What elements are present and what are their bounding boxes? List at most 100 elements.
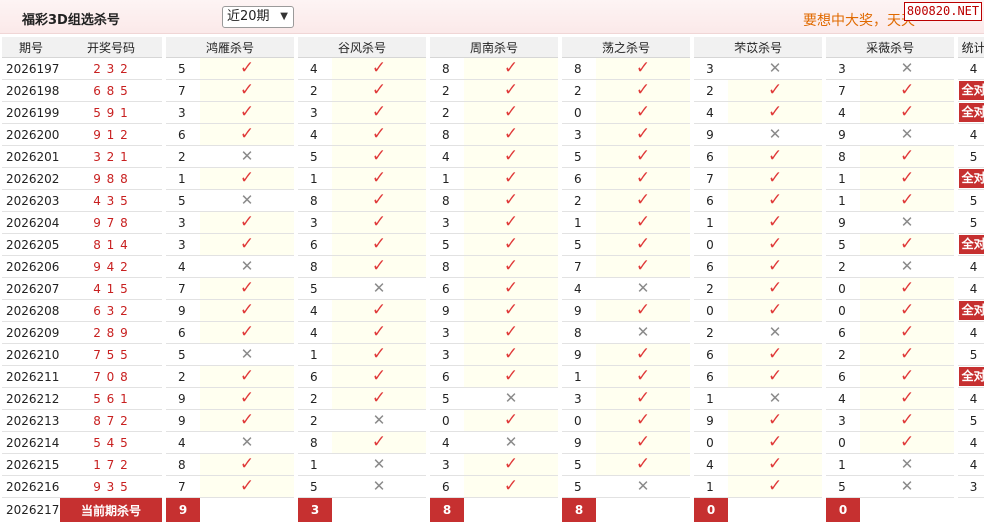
draw-number: 7 5 5 bbox=[60, 344, 162, 366]
result-cell: ✓ bbox=[728, 432, 823, 454]
result-cell: ✓ bbox=[464, 344, 559, 366]
kill-number: 0 bbox=[430, 410, 465, 432]
check-icon: ✓ bbox=[503, 410, 519, 430]
result-cell: ✓ bbox=[728, 476, 823, 498]
issue-number: 2026200 bbox=[2, 124, 60, 146]
check-icon: ✓ bbox=[371, 124, 387, 144]
result-cell: ✕ bbox=[332, 278, 427, 300]
table-row: 2026203 4 3 5 5 ✕ 8 ✓ 8 ✓ 2 ✓ 6 ✓ 1 ✓ 5 bbox=[2, 190, 984, 212]
col-header-expert: 采薇杀号 bbox=[826, 37, 955, 58]
table-row: 2026200 9 1 2 6 ✓ 4 ✓ 8 ✓ 3 ✓ 9 ✕ 9 ✕ 4 bbox=[2, 124, 984, 146]
result-cell: ✕ bbox=[200, 190, 295, 212]
result-cell: ✓ bbox=[728, 102, 823, 124]
kill-number: 4 bbox=[166, 256, 200, 278]
check-icon: ✓ bbox=[767, 168, 783, 188]
check-icon: ✓ bbox=[503, 168, 519, 188]
result-cell: ✓ bbox=[596, 212, 691, 234]
issue-number: 2026214 bbox=[2, 432, 60, 454]
check-icon: ✓ bbox=[899, 432, 915, 452]
result-cell: ✕ bbox=[464, 432, 559, 454]
issue-number: 2026203 bbox=[2, 190, 60, 212]
kill-number: 5 bbox=[562, 476, 597, 498]
kill-number: 5 bbox=[430, 234, 465, 256]
result-cell: ✓ bbox=[332, 432, 427, 454]
cross-icon: ✕ bbox=[636, 323, 650, 341]
kill-number: 6 bbox=[430, 476, 465, 498]
result-cell: ✓ bbox=[464, 58, 559, 80]
check-icon: ✓ bbox=[767, 256, 783, 276]
result-cell: ✓ bbox=[728, 344, 823, 366]
issue-number: 2026213 bbox=[2, 410, 60, 432]
result-cell: ✓ bbox=[728, 234, 823, 256]
check-icon: ✓ bbox=[503, 322, 519, 342]
result-cell: ✓ bbox=[200, 58, 295, 80]
check-icon: ✓ bbox=[239, 124, 255, 144]
kill-number: 6 bbox=[826, 366, 861, 388]
result-cell: ✓ bbox=[332, 58, 427, 80]
table-row: 2026199 5 9 1 3 ✓ 3 ✓ 2 ✓ 0 ✓ 4 ✓ 4 ✓ 全对 bbox=[2, 102, 984, 124]
check-icon: ✓ bbox=[239, 234, 255, 254]
col-header-draw: 开奖号码 bbox=[60, 37, 162, 58]
issue-number: 2026212 bbox=[2, 388, 60, 410]
result-cell: ✓ bbox=[860, 278, 955, 300]
result-cell: ✕ bbox=[860, 124, 955, 146]
kill-number: 3 bbox=[166, 212, 200, 234]
stat-count: 5 bbox=[958, 344, 984, 366]
period-select[interactable]: 近20期 ▼ bbox=[222, 6, 294, 28]
check-icon: ✓ bbox=[635, 168, 651, 188]
result-cell: ✓ bbox=[596, 234, 691, 256]
result-cell: ✓ bbox=[728, 278, 823, 300]
issue-number: 2026210 bbox=[2, 344, 60, 366]
kill-number: 1 bbox=[694, 388, 729, 410]
result-cell: ✕ bbox=[860, 476, 955, 498]
stat-count: 4 bbox=[958, 278, 984, 300]
kill-number: 9 bbox=[694, 124, 729, 146]
result-cell: ✕ bbox=[596, 476, 691, 498]
check-icon: ✓ bbox=[767, 212, 783, 232]
cross-icon: ✕ bbox=[900, 477, 914, 495]
result-cell: ✕ bbox=[332, 454, 427, 476]
check-icon: ✓ bbox=[239, 212, 255, 232]
col-header-expert: 谷风杀号 bbox=[298, 37, 427, 58]
stat-count: 5 bbox=[958, 410, 984, 432]
kill-number: 9 bbox=[166, 410, 200, 432]
draw-number: 5 9 1 bbox=[60, 102, 162, 124]
kill-number: 6 bbox=[694, 146, 729, 168]
result-cell: ✓ bbox=[464, 190, 559, 212]
kill-number: 3 bbox=[826, 410, 861, 432]
kill-number: 0 bbox=[694, 300, 729, 322]
kill-number: 3 bbox=[430, 322, 465, 344]
kill-number: 3 bbox=[298, 212, 333, 234]
table-row: 2026202 9 8 8 1 ✓ 1 ✓ 1 ✓ 6 ✓ 7 ✓ 1 ✓ 全对 bbox=[2, 168, 984, 190]
check-icon: ✓ bbox=[503, 366, 519, 386]
kill-number: 3 bbox=[430, 344, 465, 366]
result-cell: ✓ bbox=[860, 80, 955, 102]
result-cell: ✓ bbox=[596, 388, 691, 410]
result-cell: ✕ bbox=[860, 454, 955, 476]
cross-icon: ✕ bbox=[768, 59, 782, 77]
check-icon: ✓ bbox=[899, 322, 915, 342]
table-row: 2026197 2 3 2 5 ✓ 4 ✓ 8 ✓ 8 ✓ 3 ✕ 3 ✕ 4 bbox=[2, 58, 984, 80]
check-icon: ✓ bbox=[767, 80, 783, 100]
check-icon: ✓ bbox=[371, 300, 387, 320]
result-cell: ✓ bbox=[464, 300, 559, 322]
check-icon: ✓ bbox=[899, 190, 915, 210]
result-cell: ✕ bbox=[860, 212, 955, 234]
cross-icon: ✕ bbox=[768, 125, 782, 143]
check-icon: ✓ bbox=[371, 58, 387, 78]
stat-count: 4 bbox=[958, 322, 984, 344]
issue-number: 2026201 bbox=[2, 146, 60, 168]
kill-number: 4 bbox=[166, 432, 200, 454]
result-cell: ✓ bbox=[860, 190, 955, 212]
result-cell: ✓ bbox=[728, 146, 823, 168]
result-cell: ✓ bbox=[200, 102, 295, 124]
result-cell: ✕ bbox=[596, 322, 691, 344]
issue-number: 2026211 bbox=[2, 366, 60, 388]
kill-number: 2 bbox=[166, 366, 200, 388]
kill-number: 9 bbox=[826, 124, 861, 146]
kill-number: 1 bbox=[166, 168, 200, 190]
check-icon: ✓ bbox=[239, 300, 255, 320]
check-icon: ✓ bbox=[239, 102, 255, 122]
kill-number: 5 bbox=[562, 234, 597, 256]
table-row: 2026216 9 3 5 7 ✓ 5 ✕ 6 ✓ 5 ✕ 1 ✓ 5 ✕ 3 bbox=[2, 476, 984, 498]
